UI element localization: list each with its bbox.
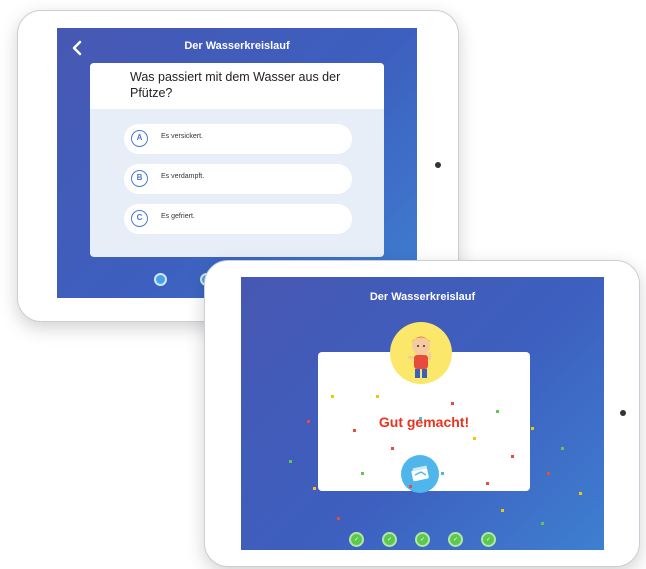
progress-dot[interactable] — [154, 273, 167, 286]
result-message: Gut gemacht! — [378, 414, 470, 430]
result-screen: Der Wasserkreislauf Gut gemacht! ✓ ✓ ✓ ✓… — [241, 277, 604, 550]
answer-option-b[interactable]: B Es verdampft. — [124, 164, 352, 194]
restart-icon — [411, 465, 429, 482]
answer-text: Es versickert. — [161, 133, 204, 140]
screen-title: Der Wasserkreislauf — [369, 291, 476, 303]
answer-text: Es verdampft. — [161, 173, 205, 180]
answer-letter-badge: A — [131, 130, 148, 147]
question-header: Was passiert mit dem Wasser aus der Pfüt… — [90, 63, 384, 109]
child-avatar-icon — [390, 322, 452, 384]
progress-dot-completed[interactable]: ✓ — [481, 532, 496, 547]
child-illustration — [408, 336, 431, 378]
answer-option-c[interactable]: C Es gefriert. — [124, 204, 352, 234]
camera-dot — [620, 410, 626, 416]
answer-option-a[interactable]: A Es versickert. — [124, 124, 352, 154]
screen-title: Der Wasserkreislauf — [184, 40, 290, 52]
question-card: Was passiert mit dem Wasser aus der Pfüt… — [90, 63, 384, 257]
camera-dot — [435, 162, 441, 168]
tablet-result: Der Wasserkreislauf Gut gemacht! ✓ ✓ ✓ ✓… — [204, 260, 640, 567]
restart-button[interactable] — [401, 455, 439, 493]
progress-dot-completed[interactable]: ✓ — [415, 532, 430, 547]
question-text: Was passiert mit dem Wasser aus der Pfüt… — [130, 70, 341, 100]
progress-dot-completed[interactable]: ✓ — [349, 532, 364, 547]
quiz-screen: Der Wasserkreislauf Was passiert mit dem… — [57, 28, 417, 298]
answer-letter-badge: B — [131, 170, 148, 187]
answer-letter-badge: C — [131, 210, 148, 227]
progress-dot-completed[interactable]: ✓ — [382, 532, 397, 547]
answer-text: Es gefriert. — [161, 213, 195, 220]
progress-dot-completed[interactable]: ✓ — [448, 532, 463, 547]
